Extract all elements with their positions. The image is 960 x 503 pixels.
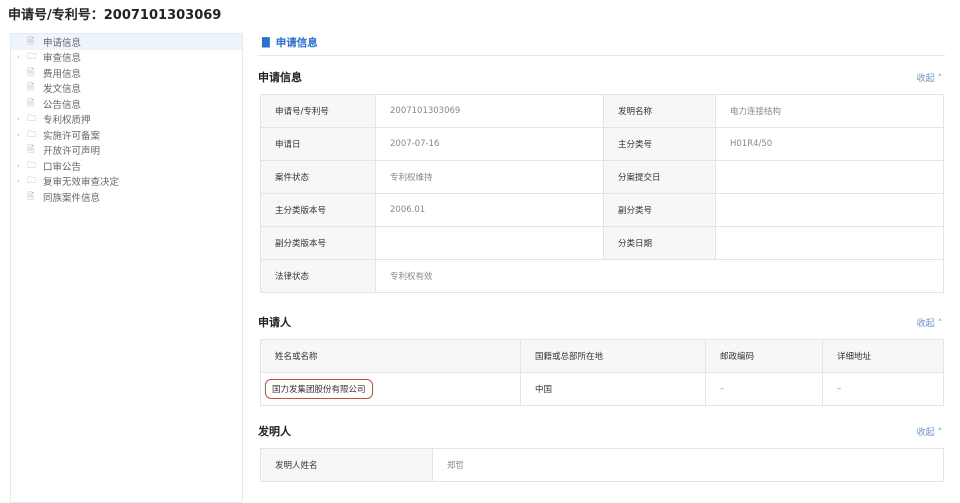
legal-status-value: 专利权有效	[375, 259, 944, 293]
inventor-table: 发明人姓名 郑哲	[260, 448, 944, 482]
table-row: 申请号/专利号 2007101303069 发明名称 电力连接结构	[260, 94, 944, 128]
section-title: 申请信息	[258, 71, 302, 84]
column-header: 国籍或总部所在地	[520, 339, 706, 373]
applicant-table: 姓名或名称 国籍或总部所在地 邮政编码 详细地址 国力发集团股份有限公司 中国 …	[260, 339, 944, 406]
sidebar-item[interactable]: 🗎 申请信息	[11, 34, 242, 50]
folder-icon: 🗀	[27, 129, 37, 140]
field-label: 申请日	[260, 127, 376, 161]
section-header-applicant: 申请人 收起 ˄	[258, 305, 945, 339]
applicant-country: 中国	[520, 372, 706, 406]
table-header-row: 姓名或名称 国籍或总部所在地 邮政编码 详细地址	[260, 339, 944, 373]
sidebar-item[interactable]: 🗎 公告信息	[11, 96, 242, 112]
table-row: 案件状态 专利权维持 分案提交日	[260, 160, 944, 194]
main-header-label: 申请信息	[275, 37, 318, 49]
table-row: 国力发集团股份有限公司 中国 – –	[260, 372, 944, 406]
inventor-name: 郑哲	[432, 448, 944, 482]
column-header: 姓名或名称	[260, 339, 521, 373]
expand-arrow-icon[interactable]: ›	[17, 131, 27, 139]
expand-arrow-icon[interactable]: ›	[17, 177, 27, 185]
sidebar-item-label: 审查信息	[43, 53, 82, 65]
section-header-application: 申请信息 收起 ˄	[258, 60, 945, 94]
field-value	[375, 226, 604, 260]
field-value	[715, 193, 944, 227]
expand-arrow-icon[interactable]: ›	[17, 162, 27, 170]
expand-arrow-icon[interactable]: ›	[17, 115, 27, 123]
applicant-postcode: –	[705, 372, 823, 406]
sidebar-item-label: 实施许可备案	[43, 130, 101, 142]
sidebar-item[interactable]: › 🗀 复审无效审查决定	[11, 174, 242, 190]
field-value: 电力连接结构	[715, 94, 944, 128]
collapse-button[interactable]: 收起 ˄	[917, 316, 942, 329]
table-row: 发明人姓名 郑哲	[260, 448, 944, 482]
sidebar-item[interactable]: › 🗀 审查信息	[11, 50, 242, 66]
sidebar-item-label: 专利权质押	[43, 115, 91, 127]
column-header: 邮政编码	[705, 339, 823, 373]
sidebar-item[interactable]: › 🗀 口审公告	[11, 158, 242, 174]
collapse-button[interactable]: 收起 ˄	[917, 425, 942, 438]
section-title: 申请人	[258, 316, 291, 329]
file-icon: 🗎	[27, 83, 35, 94]
main-header: ▇ 申请信息	[258, 30, 945, 56]
table-row: 副分类版本号 分类日期	[260, 226, 944, 260]
folder-icon: 🗀	[27, 176, 37, 187]
field-label: 发明名称	[603, 94, 716, 128]
sidebar-tree: 🗎 申请信息 › 🗀 审查信息 🗎 费用信息 🗎 发文信息 🗎 公告信息 › 🗀 专利权质押 › 🗀 实施许可备…	[10, 33, 243, 503]
sidebar-item-label: 申请信息	[43, 37, 82, 49]
file-icon: 🗎	[27, 67, 35, 78]
column-header: 详细地址	[822, 339, 944, 373]
file-icon: 🗎	[27, 191, 35, 202]
field-label: 申请号/专利号	[260, 94, 376, 128]
field-value: 2007-07-16	[375, 127, 604, 161]
field-value: 2007101303069	[375, 94, 604, 128]
sidebar-item[interactable]: 🗎 开放许可声明	[11, 143, 242, 159]
field-label: 分类日期	[603, 226, 716, 260]
section-title: 发明人	[258, 425, 291, 438]
sidebar-item-label: 费用信息	[43, 68, 82, 80]
document-icon: ▇	[262, 37, 270, 48]
field-label: 分案提交日	[603, 160, 716, 194]
section-header-inventor: 发明人 收起 ˄	[258, 414, 945, 448]
folder-icon: 🗀	[27, 52, 37, 63]
sidebar-item-label: 发文信息	[43, 84, 82, 96]
main-panel: ▇ 申请信息 申请信息 收起 ˄ 申请号/专利号 2007101303069 发明名称电…	[258, 30, 945, 482]
sidebar-item[interactable]: 🗎 费用信息	[11, 65, 242, 81]
field-label: 副分类版本号	[260, 226, 376, 260]
applicant-name-highlighted: 国力发集团股份有限公司	[265, 379, 373, 399]
expand-arrow-icon[interactable]: ›	[17, 53, 27, 61]
sidebar-item[interactable]: 🗎 同族案件信息	[11, 189, 242, 205]
field-label: 主分类号	[603, 127, 716, 161]
applicant-address: –	[822, 372, 944, 406]
sidebar-item[interactable]: › 🗀 实施许可备案	[11, 127, 242, 143]
sidebar-item-label: 公告信息	[43, 99, 82, 111]
file-icon: 🗎	[27, 98, 35, 109]
sidebar-item-label: 同族案件信息	[43, 192, 101, 204]
field-value	[715, 226, 944, 260]
sidebar-item-label: 复审无效审查决定	[43, 177, 120, 189]
table-row: 申请日 2007-07-16 主分类号 H01R4/50	[260, 127, 944, 161]
field-value	[715, 160, 944, 194]
table-row: 法律状态 专利权有效	[260, 259, 944, 293]
folder-icon: 🗀	[27, 114, 37, 125]
field-label: 副分类号	[603, 193, 716, 227]
field-value: 专利权维持	[375, 160, 604, 194]
sidebar-item[interactable]: › 🗀 专利权质押	[11, 112, 242, 128]
file-icon: 🗎	[27, 145, 35, 156]
page-title: 申请号/专利号：2007101303069	[8, 8, 222, 23]
sidebar-item[interactable]: 🗎 发文信息	[11, 81, 242, 97]
collapse-button[interactable]: 收起 ˄	[917, 71, 942, 84]
field-value: 2006.01	[375, 193, 604, 227]
legal-status-label: 法律状态	[260, 259, 376, 293]
sidebar-item-label: 开放许可声明	[43, 146, 101, 158]
field-value: H01R4/50	[715, 127, 944, 161]
file-icon: 🗎	[27, 36, 35, 47]
table-row: 主分类版本号 2006.01 副分类号	[260, 193, 944, 227]
application-info-table: 申请号/专利号 2007101303069 发明名称 电力连接结构 申请日 2007-07…	[260, 94, 944, 293]
field-label: 主分类版本号	[260, 193, 376, 227]
folder-icon: 🗀	[27, 160, 37, 171]
inventor-label: 发明人姓名	[260, 448, 433, 482]
sidebar-item-label: 口审公告	[43, 161, 82, 173]
field-label: 案件状态	[260, 160, 376, 194]
